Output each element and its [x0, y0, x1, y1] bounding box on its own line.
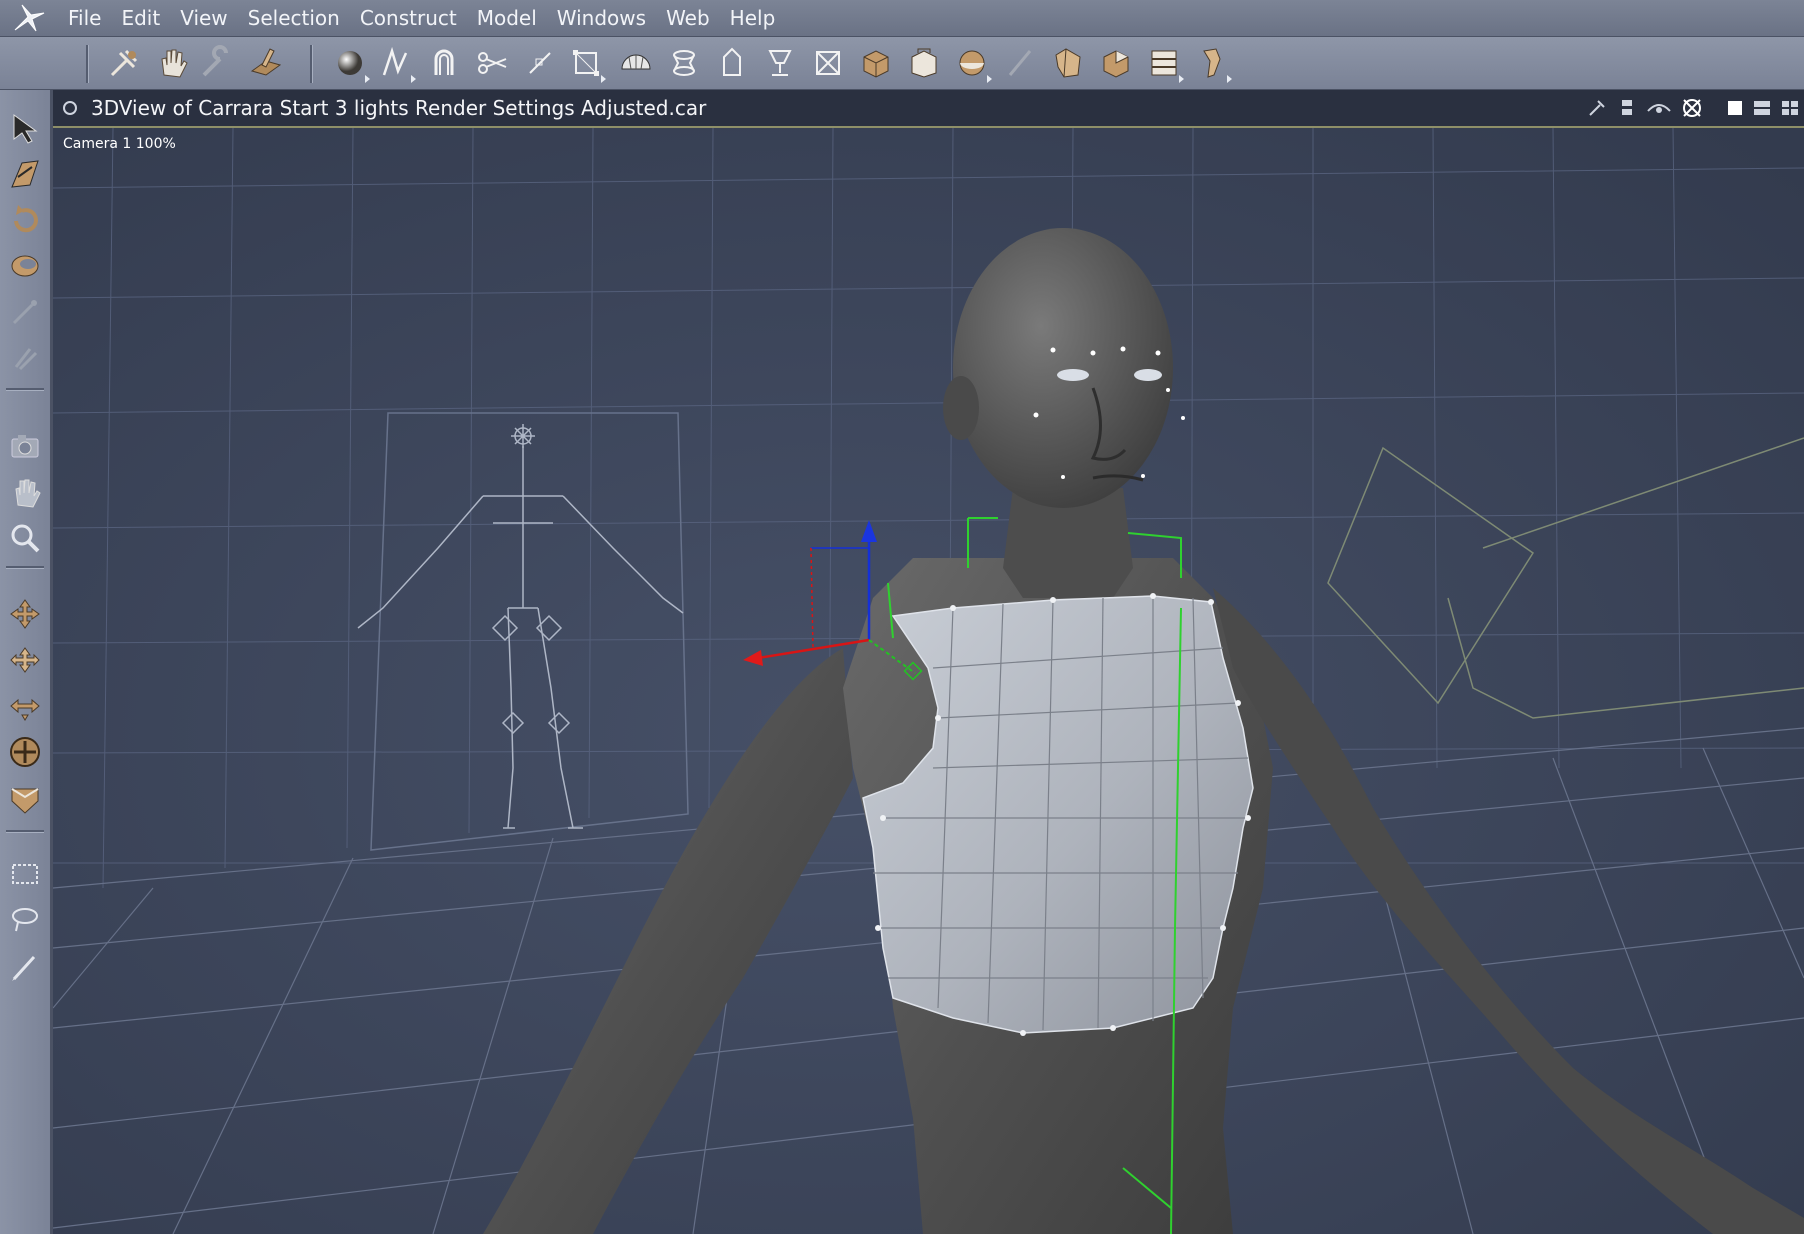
menu-edit[interactable]: Edit	[111, 0, 170, 36]
magnet-icon[interactable]	[424, 43, 464, 83]
dome-icon[interactable]	[616, 43, 656, 83]
menu-help[interactable]: Help	[720, 0, 786, 36]
dropdown-arrow-icon	[601, 75, 606, 83]
tool-palette	[0, 90, 53, 1234]
box-open-icon[interactable]	[1096, 43, 1136, 83]
view-title: 3DView of Carrara Start 3 lights Render …	[91, 96, 707, 120]
carrara-logo-icon[interactable]	[0, 0, 58, 36]
dropdown-arrow-icon	[987, 75, 992, 83]
dropdown-arrow-icon	[365, 75, 370, 83]
main-toolbar	[0, 37, 1804, 91]
view-close-button[interactable]	[63, 101, 77, 115]
camera-icon[interactable]	[5, 426, 45, 466]
eye-icon[interactable]	[1646, 97, 1672, 119]
line-icon[interactable]	[520, 43, 560, 83]
eyedropper-icon[interactable]	[1586, 97, 1608, 119]
rotate-icon[interactable]	[5, 200, 45, 240]
move-yz-icon[interactable]	[5, 686, 45, 726]
menu-construct[interactable]: Construct	[350, 0, 467, 36]
settings-icon[interactable]	[1680, 96, 1704, 120]
quad-view-icon[interactable]	[1780, 99, 1800, 117]
palette-separator	[6, 830, 44, 833]
dropdown-arrow-icon	[1179, 75, 1184, 83]
box-frame-icon[interactable]	[566, 43, 606, 83]
marquee-icon[interactable]	[5, 854, 45, 894]
dropdown-arrow-icon	[411, 75, 416, 83]
single-view-icon[interactable]	[1726, 99, 1744, 117]
menu-selection[interactable]: Selection	[238, 0, 350, 36]
crossbox-icon[interactable]	[808, 43, 848, 83]
palette-separator	[6, 388, 44, 391]
disabled-pin-icon[interactable]	[5, 292, 45, 332]
view-header-icons	[1586, 90, 1800, 126]
bone-icon[interactable]	[1192, 43, 1232, 83]
brush-icon[interactable]	[5, 946, 45, 986]
zoom-icon[interactable]	[5, 518, 45, 558]
select-tool-icon[interactable]	[104, 43, 144, 83]
stack-icon[interactable]	[1616, 97, 1638, 119]
spline-icon[interactable]	[376, 43, 416, 83]
bag-icon[interactable]	[904, 43, 944, 83]
menu-view[interactable]: View	[170, 0, 237, 36]
toolbar-separator	[310, 45, 313, 83]
lasso-icon[interactable]	[5, 900, 45, 940]
cube-icon[interactable]	[856, 43, 896, 83]
menu-file[interactable]: File	[58, 0, 111, 36]
menu-web[interactable]: Web	[656, 0, 720, 36]
3d-view-window: 3DView of Carrara Start 3 lights Render …	[53, 90, 1804, 1234]
arrow-select-icon[interactable]	[5, 108, 45, 148]
scissors-icon[interactable]	[472, 43, 512, 83]
menu-windows[interactable]: Windows	[547, 0, 656, 36]
pencil-icon[interactable]	[1000, 43, 1040, 83]
ball-icon[interactable]	[952, 43, 992, 83]
figure-icon[interactable]	[1048, 43, 1088, 83]
3d-viewport[interactable]: Camera 1 100%	[53, 128, 1804, 1234]
pan-hand-icon[interactable]	[5, 472, 45, 512]
plane-icon[interactable]	[5, 778, 45, 818]
menu-model[interactable]: Model	[467, 0, 547, 36]
trackball-icon[interactable]	[5, 732, 45, 772]
dual-view-icon[interactable]	[1752, 99, 1772, 117]
extrude-icon[interactable]	[712, 43, 752, 83]
goblet-icon[interactable]	[760, 43, 800, 83]
camera-label: Camera 1 100%	[63, 136, 176, 152]
view-titlebar: 3DView of Carrara Start 3 lights Render …	[53, 90, 1804, 128]
direct-select-icon[interactable]	[5, 154, 45, 194]
wrench-tool-icon[interactable]	[196, 43, 236, 83]
disabled-link-icon[interactable]	[5, 338, 45, 378]
move-tool-icon[interactable]	[246, 43, 286, 83]
move-xy-icon[interactable]	[5, 594, 45, 634]
hand-tool-icon[interactable]	[152, 43, 192, 83]
shirt-mesh[interactable]	[862, 593, 1254, 1036]
move-xz-icon[interactable]	[5, 640, 45, 680]
sphere-primitive-icon[interactable]	[330, 43, 370, 83]
dropdown-arrow-icon	[1227, 75, 1232, 83]
lathe-icon[interactable]	[664, 43, 704, 83]
ladder-icon[interactable]	[1144, 43, 1184, 83]
twist-icon[interactable]	[5, 246, 45, 286]
toolbar-separator	[86, 45, 89, 83]
menu-bar: File Edit View Selection Construct Model…	[0, 0, 1804, 37]
palette-separator	[6, 566, 44, 569]
